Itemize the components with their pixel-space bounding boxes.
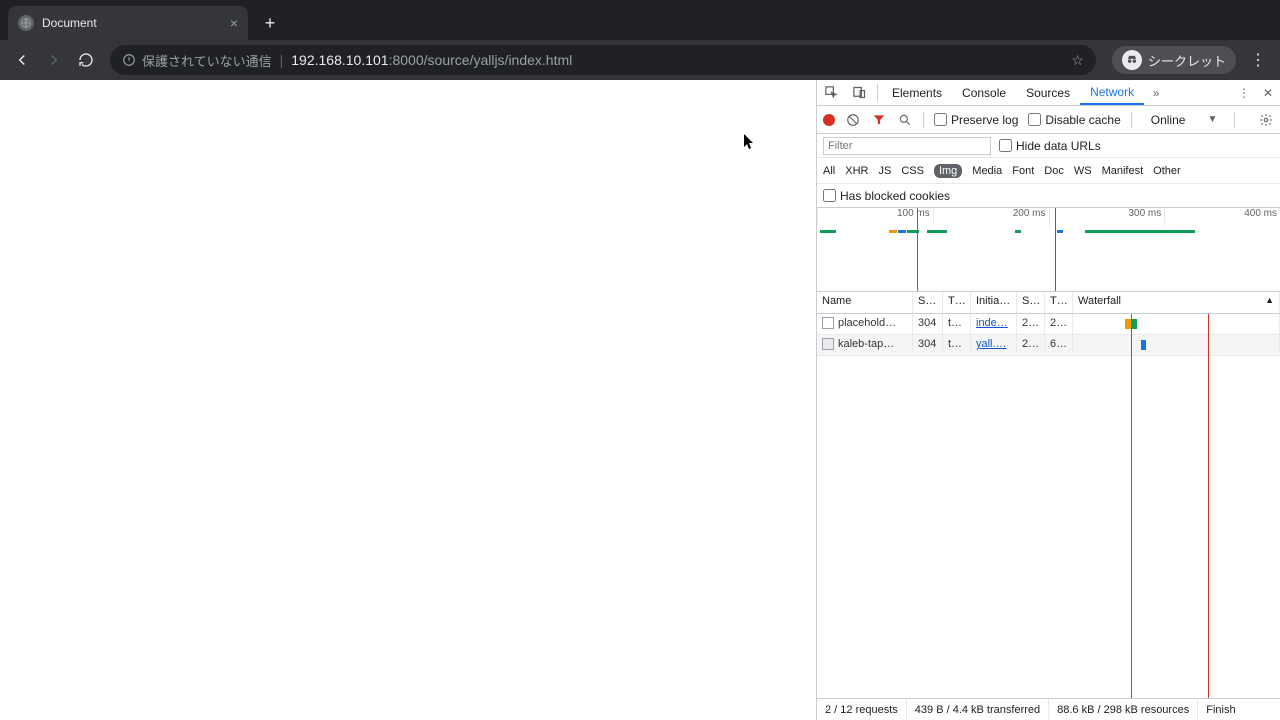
type-other[interactable]: Other	[1153, 165, 1181, 177]
col-type[interactable]: T…	[943, 292, 971, 313]
file-icon	[822, 317, 834, 329]
type-img[interactable]: Img	[934, 164, 962, 178]
type-font[interactable]: Font	[1012, 165, 1034, 177]
status-bar: 2 / 12 requests 439 B / 4.4 kB transferr…	[817, 698, 1280, 720]
tab-elements[interactable]: Elements	[882, 80, 952, 105]
filter-icon[interactable]	[871, 112, 887, 128]
sort-asc-icon: ▲	[1265, 295, 1274, 305]
tab-network[interactable]: Network	[1080, 80, 1144, 105]
new-tab-button[interactable]: +	[256, 9, 284, 37]
status-requests: 2 / 12 requests	[817, 699, 907, 720]
tabs-overflow-icon[interactable]: »	[1144, 80, 1168, 105]
col-initiator[interactable]: Initia…	[971, 292, 1017, 313]
browser-menu-button[interactable]: ⋮	[1244, 46, 1272, 74]
file-icon	[822, 338, 834, 350]
clear-icon[interactable]	[845, 112, 861, 128]
insecure-warning: 保護されていない通信	[122, 51, 272, 70]
address-bar: 保護されていない通信 | 192.168.10.101:8000/source/…	[0, 40, 1280, 80]
cursor-icon	[744, 134, 756, 150]
tab-console[interactable]: Console	[952, 80, 1016, 105]
filter-input[interactable]	[823, 137, 991, 155]
inspect-icon[interactable]	[817, 80, 845, 105]
browser-tab[interactable]: Document ×	[8, 6, 248, 40]
page-content	[0, 80, 816, 720]
type-xhr[interactable]: XHR	[845, 165, 868, 177]
type-css[interactable]: CSS	[901, 165, 924, 177]
close-tab-icon[interactable]: ×	[230, 15, 238, 31]
url-text: 192.168.10.101:8000/source/yalljs/index.…	[291, 52, 572, 68]
col-status[interactable]: S…	[913, 292, 943, 313]
tab-title: Document	[42, 16, 97, 30]
incognito-icon	[1122, 50, 1142, 70]
col-size[interactable]: S…	[1017, 292, 1045, 313]
type-doc[interactable]: Doc	[1044, 165, 1064, 177]
globe-icon	[18, 15, 34, 31]
type-manifest[interactable]: Manifest	[1102, 165, 1144, 177]
network-toolbar: Preserve log Disable cache Online▼	[817, 106, 1280, 134]
device-toggle-icon[interactable]	[845, 80, 873, 105]
search-icon[interactable]	[897, 112, 913, 128]
tab-sources[interactable]: Sources	[1016, 80, 1080, 105]
type-ws[interactable]: WS	[1074, 165, 1092, 177]
status-finish: Finish	[1198, 699, 1243, 720]
devtools-menu-icon[interactable]: ⋮	[1232, 80, 1256, 105]
timeline-overview[interactable]: 100 ms 200 ms 300 ms 400 ms	[817, 208, 1280, 292]
devtools-tabs: Elements Console Sources Network » ⋮ ✕	[817, 80, 1280, 106]
bookmark-star-icon[interactable]: ☆	[1071, 52, 1084, 69]
type-all[interactable]: All	[823, 165, 835, 177]
resource-type-filter: All XHR JS CSS Img Media Font Doc WS Man…	[817, 158, 1280, 184]
reload-button[interactable]	[72, 46, 100, 74]
col-time[interactable]: T…	[1045, 292, 1073, 313]
waterfall-area	[1073, 314, 1280, 698]
incognito-badge[interactable]: シークレット	[1112, 46, 1236, 74]
throttle-select[interactable]: Online▼	[1144, 111, 1225, 129]
col-waterfall[interactable]: Waterfall▲	[1073, 292, 1280, 313]
type-js[interactable]: JS	[878, 165, 891, 177]
omnibox[interactable]: 保護されていない通信 | 192.168.10.101:8000/source/…	[110, 45, 1096, 75]
forward-button[interactable]	[40, 46, 68, 74]
devtools-panel: Elements Console Sources Network » ⋮ ✕ P…	[816, 80, 1280, 720]
hide-data-urls-checkbox[interactable]: Hide data URLs	[999, 139, 1101, 153]
blocked-cookies-checkbox[interactable]: Has blocked cookies	[823, 189, 950, 203]
gear-icon[interactable]	[1258, 112, 1274, 128]
col-name[interactable]: Name	[817, 292, 913, 313]
network-table-header: Name S… T… Initia… S… T… Waterfall▲	[817, 292, 1280, 314]
disable-cache-checkbox[interactable]: Disable cache	[1028, 113, 1120, 127]
type-media[interactable]: Media	[972, 165, 1002, 177]
devtools-close-icon[interactable]: ✕	[1256, 80, 1280, 105]
status-transferred: 439 B / 4.4 kB transferred	[907, 699, 1049, 720]
status-resources: 88.6 kB / 298 kB resources	[1049, 699, 1198, 720]
tab-bar: Document × +	[0, 0, 1280, 40]
record-button[interactable]	[823, 114, 835, 126]
back-button[interactable]	[8, 46, 36, 74]
network-table-body: placehold… 304 t… inde… 2… 2… kaleb-tap……	[817, 314, 1280, 698]
preserve-log-checkbox[interactable]: Preserve log	[934, 113, 1018, 127]
chevron-down-icon: ▼	[1207, 114, 1217, 125]
